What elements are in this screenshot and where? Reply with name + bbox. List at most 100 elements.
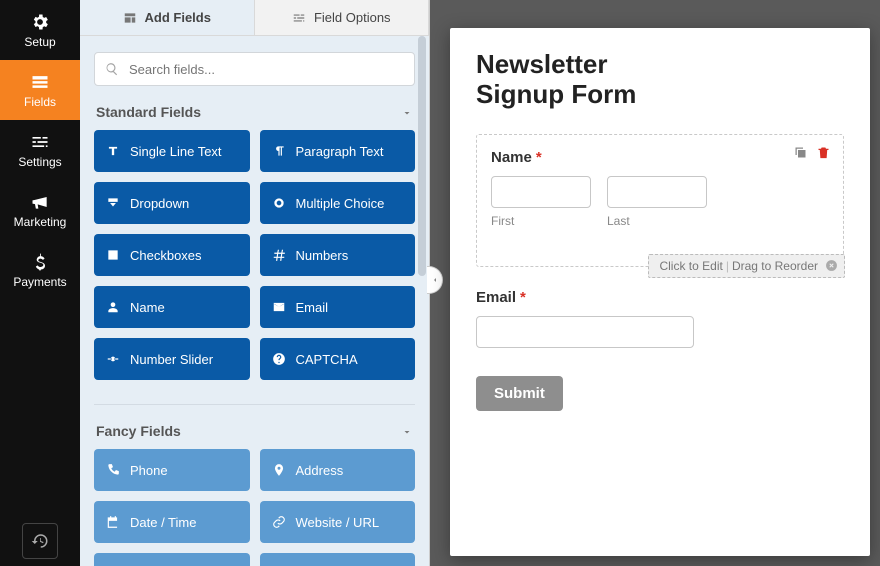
nav-label: Marketing xyxy=(14,215,67,229)
tab-add-fields[interactable]: Add Fields xyxy=(80,0,255,35)
gear-icon xyxy=(30,12,50,32)
trash-icon xyxy=(816,145,831,160)
field-hint-tooltip: Click to Edit|Drag to Reorder xyxy=(648,254,845,278)
scrollbar-thumb[interactable] xyxy=(418,36,426,276)
form-title-line2: Signup Form xyxy=(476,79,636,109)
label-text: Email xyxy=(476,289,516,306)
field-date-time[interactable]: Date / Time xyxy=(94,501,250,543)
nav-payments[interactable]: Payments xyxy=(0,240,80,300)
pin-icon xyxy=(272,463,286,477)
form-title-line1: Newsletter xyxy=(476,49,608,79)
hint-edit-text: Click to Edit xyxy=(659,259,722,273)
field-label: Name xyxy=(130,300,165,315)
field-numbers[interactable]: Numbers xyxy=(260,234,416,276)
section-toggle-fancy[interactable]: Fancy Fields xyxy=(94,419,415,449)
field-label: Date / Time xyxy=(130,515,196,530)
field-address[interactable]: Address xyxy=(260,449,416,491)
nav-label: Setup xyxy=(24,35,55,49)
question-icon xyxy=(272,352,286,366)
nav-label: Payments xyxy=(13,275,66,289)
field-number-slider[interactable]: Number Slider xyxy=(94,338,250,380)
tab-field-options[interactable]: Field Options xyxy=(255,0,430,35)
field-phone[interactable]: Phone xyxy=(94,449,250,491)
chevron-down-icon xyxy=(401,425,413,437)
checkbox-icon xyxy=(106,248,120,262)
nav-setup[interactable]: Setup xyxy=(0,0,80,60)
delete-field-button[interactable] xyxy=(816,145,831,165)
first-name-input[interactable] xyxy=(491,176,591,208)
text-icon xyxy=(106,144,120,158)
email-icon xyxy=(272,300,286,314)
sliders-icon xyxy=(30,132,50,152)
required-asterisk: * xyxy=(520,289,526,306)
section-toggle-standard[interactable]: Standard Fields xyxy=(94,100,415,130)
history-icon xyxy=(31,532,49,550)
paragraph-icon xyxy=(272,144,286,158)
field-block-name[interactable]: Name* First Last Click to Edit|Drag to R… xyxy=(476,134,844,267)
form-title[interactable]: Newsletter Signup Form xyxy=(476,50,844,110)
chevron-down-icon xyxy=(401,106,413,118)
first-sublabel: First xyxy=(491,214,591,228)
standard-fields-grid: Single Line Text Paragraph Text Dropdown… xyxy=(94,130,415,396)
close-icon xyxy=(825,259,838,272)
field-name[interactable]: Name xyxy=(94,286,250,328)
slider-icon xyxy=(106,352,120,366)
field-label: Paragraph Text xyxy=(296,144,384,159)
field-checkboxes[interactable]: Checkboxes xyxy=(94,234,250,276)
section-title: Standard Fields xyxy=(96,104,201,120)
name-field-label: Name* xyxy=(491,149,829,166)
field-file-upload[interactable]: File Upload xyxy=(94,553,250,566)
layout-icon xyxy=(123,11,137,25)
main-nav: Setup Fields Settings Marketing Payments xyxy=(0,0,80,566)
field-label: Phone xyxy=(130,463,168,478)
bullhorn-icon xyxy=(30,192,50,212)
form-canvas: Newsletter Signup Form Name* First La xyxy=(450,28,870,556)
required-asterisk: * xyxy=(536,149,542,166)
nav-settings[interactable]: Settings xyxy=(0,120,80,180)
field-label: Website / URL xyxy=(296,515,380,530)
radio-icon xyxy=(272,196,286,210)
close-hint-button[interactable] xyxy=(825,259,838,275)
field-label: Checkboxes xyxy=(130,248,202,263)
section-title: Fancy Fields xyxy=(96,423,181,439)
form-preview-area: Newsletter Signup Form Name* First La xyxy=(430,0,880,566)
nav-label: Settings xyxy=(18,155,61,169)
field-website-url[interactable]: Website / URL xyxy=(260,501,416,543)
field-label: Dropdown xyxy=(130,196,189,211)
field-dropdown[interactable]: Dropdown xyxy=(94,182,250,224)
nav-label: Fields xyxy=(24,95,56,109)
field-single-line-text[interactable]: Single Line Text xyxy=(94,130,250,172)
dollar-icon xyxy=(30,252,50,272)
form-icon xyxy=(30,72,50,92)
field-captcha[interactable]: CAPTCHA xyxy=(260,338,416,380)
divider xyxy=(94,404,415,405)
field-label: Email xyxy=(296,300,329,315)
field-label: Number Slider xyxy=(130,352,213,367)
search-input-wrap xyxy=(94,52,415,86)
link-icon xyxy=(272,515,286,529)
last-sublabel: Last xyxy=(607,214,707,228)
dropdown-icon xyxy=(106,196,120,210)
nav-marketing[interactable]: Marketing xyxy=(0,180,80,240)
calendar-icon xyxy=(106,515,120,529)
email-input[interactable] xyxy=(476,316,694,348)
field-email[interactable]: Email xyxy=(260,286,416,328)
last-name-input[interactable] xyxy=(607,176,707,208)
field-multiple-choice[interactable]: Multiple Choice xyxy=(260,182,416,224)
email-field-label: Email* xyxy=(476,289,844,306)
field-password[interactable]: Password xyxy=(260,553,416,566)
field-label: Multiple Choice xyxy=(296,196,385,211)
submit-button[interactable]: Submit xyxy=(476,376,563,411)
sliders-icon xyxy=(292,11,306,25)
search-input[interactable] xyxy=(94,52,415,86)
copy-icon xyxy=(793,145,808,160)
duplicate-field-button[interactable] xyxy=(793,145,808,165)
fancy-fields-grid: Phone Address Date / Time Website / URL … xyxy=(94,449,415,566)
field-paragraph-text[interactable]: Paragraph Text xyxy=(260,130,416,172)
hint-drag-text: Drag to Reorder xyxy=(732,259,818,273)
history-button[interactable] xyxy=(22,523,58,559)
field-label: Address xyxy=(296,463,344,478)
field-label: Single Line Text xyxy=(130,144,222,159)
nav-fields[interactable]: Fields xyxy=(0,60,80,120)
field-block-email[interactable]: Email* xyxy=(476,289,844,348)
